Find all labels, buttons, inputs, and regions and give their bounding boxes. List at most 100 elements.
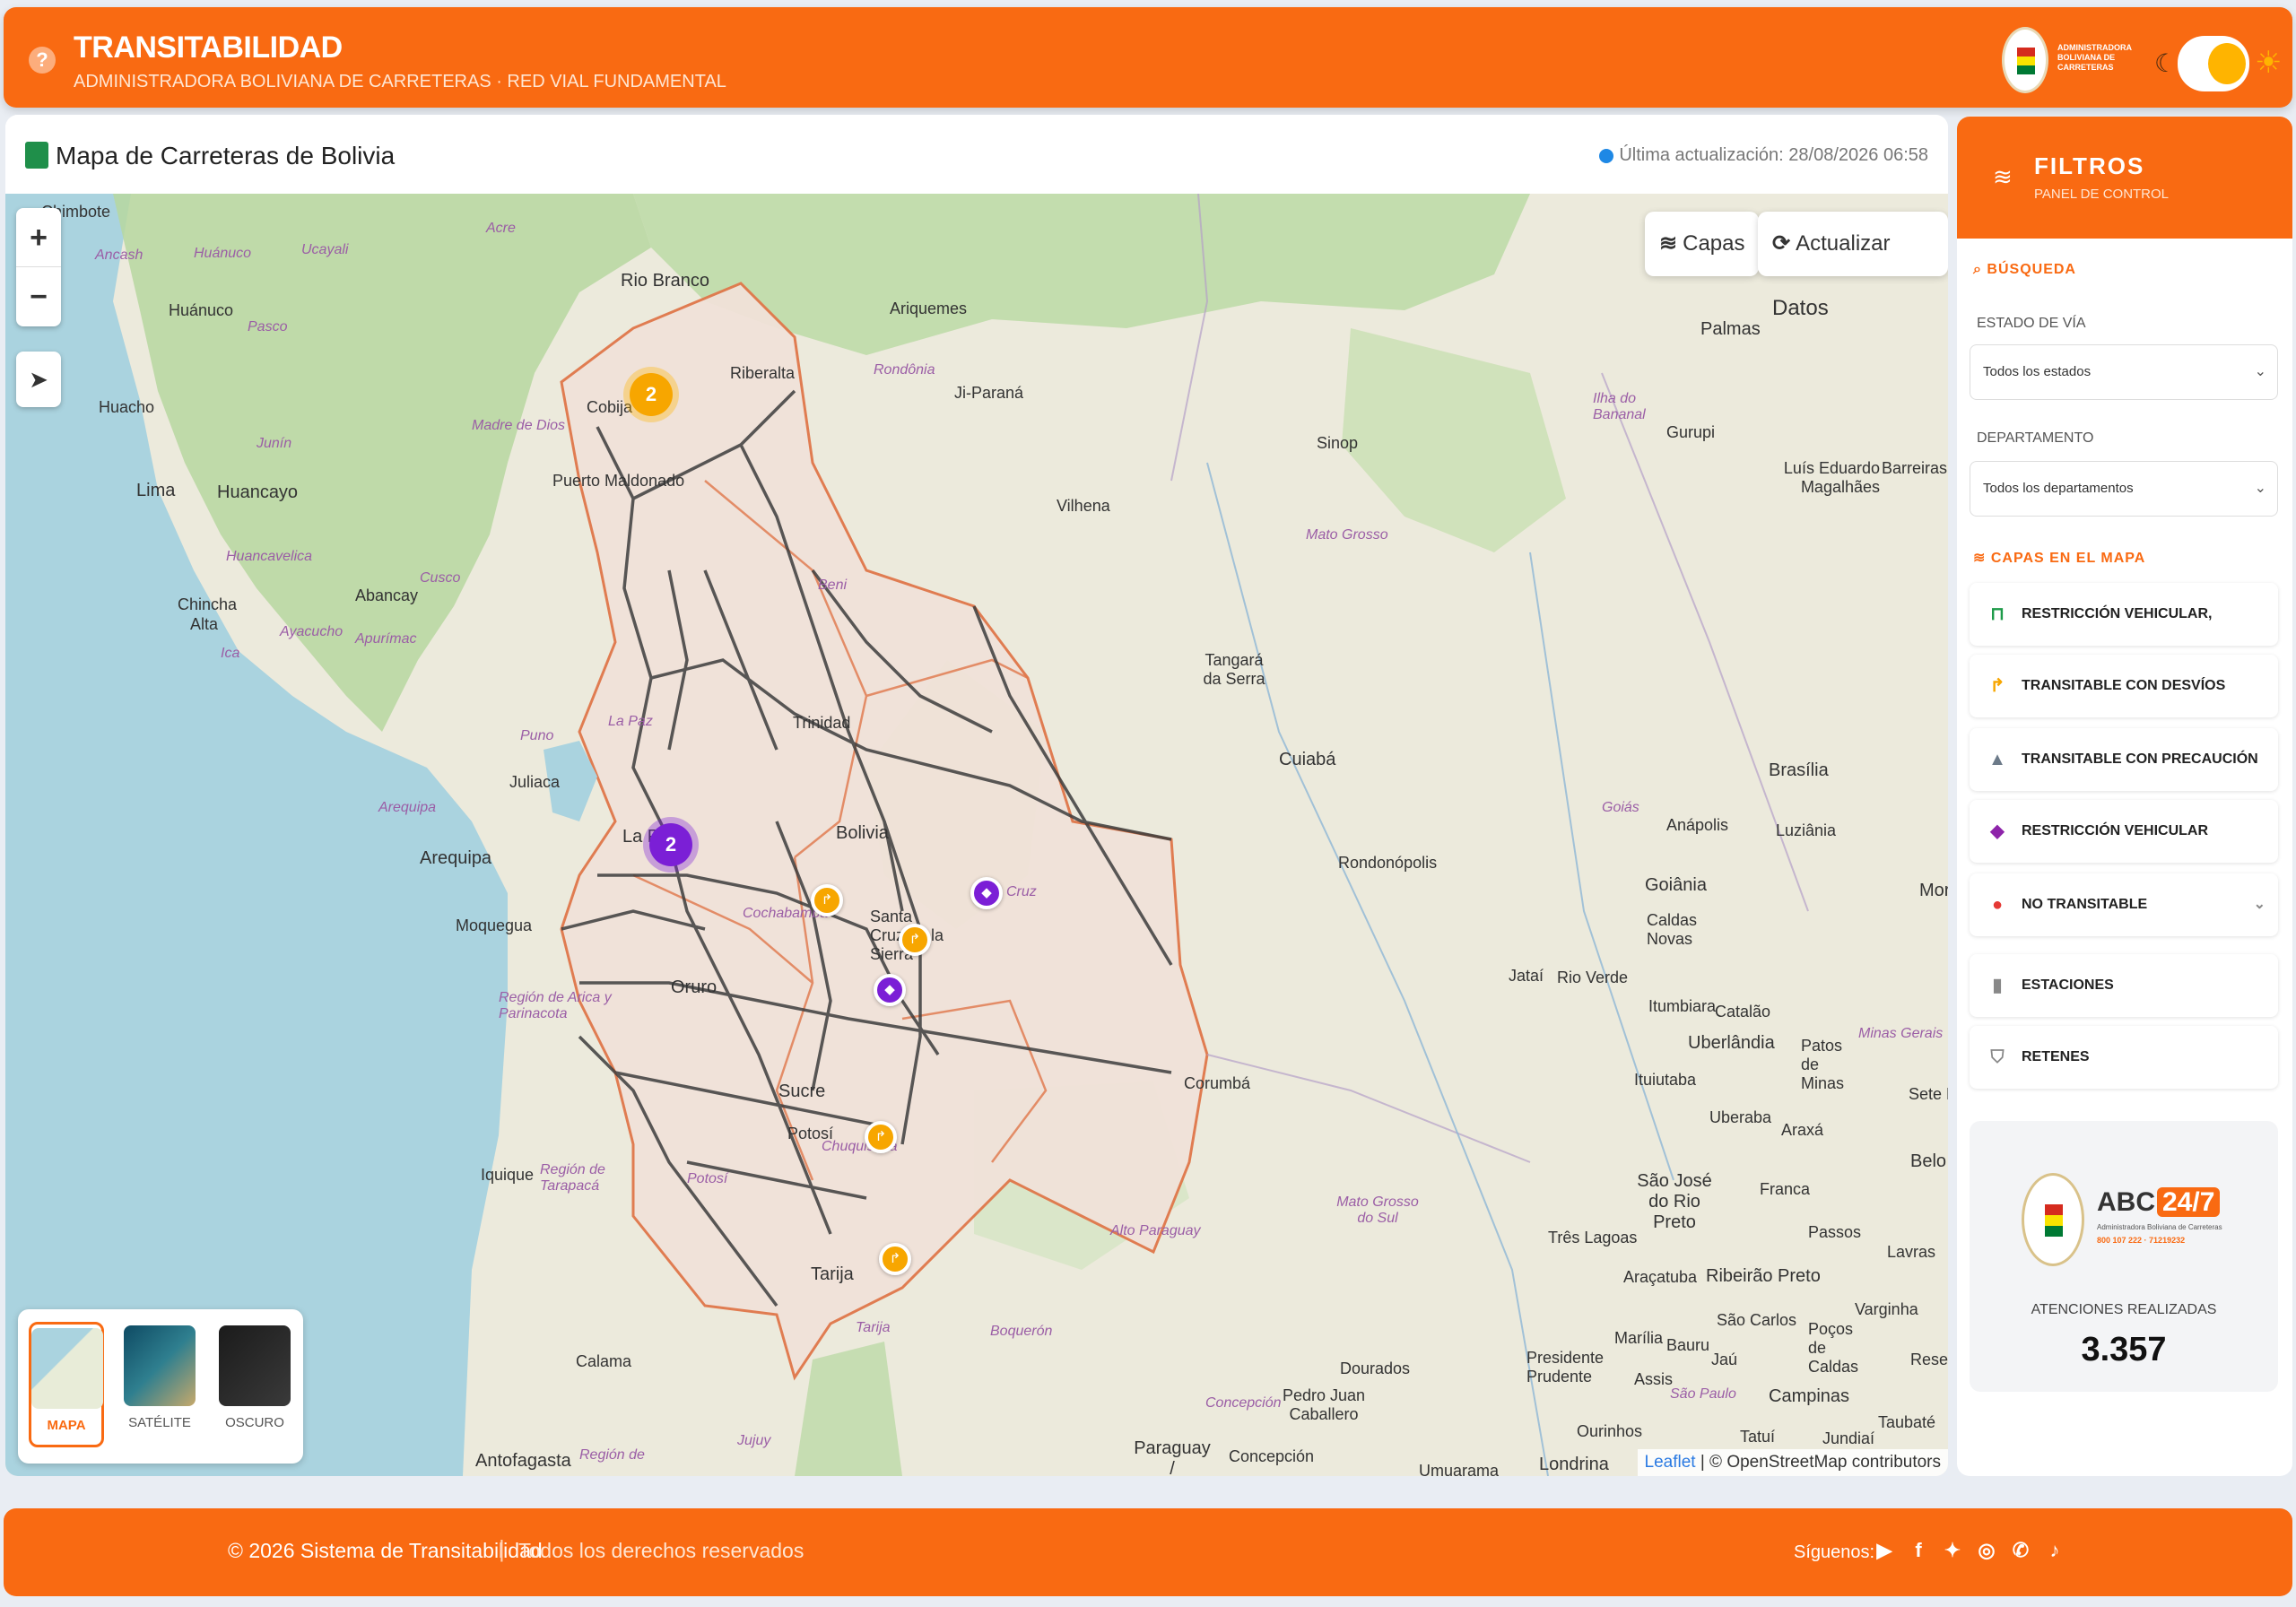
top-header: ? TRANSITABILIDAD ADMINISTRADORA BOLIVIA… — [4, 7, 2292, 108]
twitter-icon[interactable]: ✦ — [1941, 1539, 1964, 1564]
stop-icon: ● — [1991, 895, 2004, 915]
app-title: TRANSITABILIDAD — [74, 30, 343, 65]
zoom-out-button[interactable]: − — [16, 267, 61, 326]
detour-marker[interactable]: ↱ — [899, 924, 931, 956]
map-label: Anápolis — [1666, 816, 1729, 834]
basemap-dark[interactable]: OSCURO — [217, 1322, 292, 1447]
app-subtitle: ADMINISTRADORA BOLIVIANA DE CARRETERAS ·… — [74, 72, 726, 91]
follow-label: Síguenos: — [1794, 1542, 1875, 1562]
map-label: Jataí — [1509, 967, 1544, 985]
map-label: Marília — [1614, 1329, 1664, 1347]
detour-icon: ↱ — [1989, 676, 2005, 696]
chevron-down-icon: ⌄ — [2253, 897, 2266, 912]
shield-icon: ⛉ — [1990, 1047, 2005, 1067]
detour-marker[interactable]: ↱ — [879, 1243, 911, 1275]
map-label: Pasco — [248, 319, 288, 334]
map-label: Sucre — [778, 1081, 826, 1101]
instagram-icon[interactable]: ◎ — [1975, 1539, 1998, 1564]
map-label: Caldas Novas — [1647, 911, 1698, 948]
map-label: Presidente Prudente — [1526, 1349, 1605, 1385]
map-label: Luís Eduardo Magalhães — [1783, 459, 1880, 496]
map-label: Oruro — [671, 977, 718, 997]
layer-estaciones[interactable]: ▮ ESTACIONES — [1970, 954, 2278, 1017]
sun-icon: ☀ — [2255, 46, 2283, 80]
map-label: Riberalta — [730, 364, 796, 382]
layer-restriccion-especial[interactable]: ⊓RESTRICCIÓN VEHICULAR, ESPECIAL — [1970, 583, 2278, 684]
map-label: La Paz — [608, 714, 653, 729]
map-label: Cobija — [587, 398, 633, 416]
map-canvas[interactable]: Chimbote Ancash Huánuco Ucayali Acre Huá… — [5, 194, 1948, 1476]
car-marker[interactable]: ◆ — [970, 877, 1003, 909]
map-label: Bauru — [1666, 1336, 1710, 1354]
map-label: Región de Tarapacá — [540, 1162, 605, 1194]
moon-icon: ☾ — [2154, 49, 2178, 77]
abc-phones: 800 107 222 · 71219232 — [2097, 1236, 2186, 1245]
whatsapp-icon[interactable]: ✆ — [2009, 1539, 2032, 1564]
sidebar-subtitle: PANEL DE CONTROL — [2034, 187, 2170, 202]
map-label: Madre de Dios — [472, 418, 566, 433]
map-label: Ancash — [95, 248, 144, 263]
attentions-value: 3.357 — [2081, 1331, 2167, 1368]
filters-sidebar: ≋ FILTROS PANEL DE CONTROL ⌕ BÚSQUEDA ES… — [1957, 117, 2292, 1476]
map-label: Itumbiara — [1648, 997, 1717, 1015]
map-label: Barreiras — [1882, 459, 1948, 477]
map-label: Cruz — [1006, 884, 1037, 899]
leaflet-link[interactable]: Leaflet — [1645, 1453, 1696, 1472]
state-select[interactable]: Todos los estados ⌄ — [1970, 344, 2278, 400]
state-label: ESTADO DE VÍA — [1977, 316, 2086, 331]
map-label: Ourinhos — [1577, 1422, 1643, 1440]
map-label: Mato Grosso do Sul — [1336, 1194, 1419, 1226]
map-label: Ji-Paraná — [954, 384, 1024, 402]
youtube-icon[interactable]: ▶ — [1873, 1539, 1896, 1564]
department-label: DEPARTAMENTO — [1977, 430, 2094, 446]
map-label: Varginha — [1855, 1300, 1918, 1318]
layer-retenes[interactable]: ⛉ RETENES — [1970, 1026, 2278, 1089]
map-label: Trinidad — [793, 714, 851, 732]
layers-button[interactable]: ≋ Capas — [1645, 212, 1760, 276]
help-icon[interactable]: ? — [29, 47, 56, 74]
map-label: Ituiutaba — [1634, 1071, 1697, 1089]
map-label: Ucayali — [301, 242, 349, 257]
department-select[interactable]: Todos los departamentos ⌄ — [1970, 461, 2278, 517]
locate-button[interactable]: ➤ — [16, 352, 61, 407]
map-label: Uberaba — [1709, 1108, 1772, 1126]
abc-seal — [2022, 1173, 2084, 1266]
map-label: Sete L — [1909, 1085, 1948, 1103]
map-label: Araçatuba — [1623, 1268, 1698, 1286]
theme-toggle[interactable] — [2178, 36, 2249, 91]
map-label: Jujuy — [737, 1433, 771, 1448]
layer-desvios[interactable]: ↱ TRANSITABLE CON DESVÍOS — [1970, 655, 2278, 717]
layer-restriccion[interactable]: ◆ RESTRICCIÓN VEHICULAR — [1970, 800, 2278, 863]
layer-precaucion[interactable]: ▲ TRANSITABLE CON PRECAUCIÓN — [1970, 728, 2278, 791]
map-label: Huancayo — [217, 482, 299, 502]
map-label: Pedro Juan Caballero — [1282, 1386, 1366, 1423]
basemap-satellite[interactable]: SATÉLITE — [122, 1322, 197, 1447]
map-label: Patos de Minas — [1801, 1037, 1845, 1092]
refresh-button[interactable]: ⟳ Actualizar Datos — [1758, 212, 1948, 320]
map-label: Región de Arica y Parinacota — [499, 990, 612, 1021]
basemap-map[interactable]: MAPA — [29, 1322, 104, 1447]
detour-marker[interactable]: ↱ — [811, 884, 843, 916]
facebook-icon[interactable]: f — [1907, 1539, 1930, 1564]
map-label: Rondônia — [874, 362, 935, 378]
map-label: Potosí — [687, 1171, 728, 1186]
map-label: Ariquemes — [890, 300, 968, 317]
layer-no-transitable[interactable]: ● NO TRANSITABLE ⌄ — [1970, 873, 2278, 936]
map-label: Uberlândia — [1688, 1033, 1775, 1053]
zoom-in-button[interactable]: + — [16, 208, 61, 267]
car-marker[interactable]: ◆ — [874, 974, 906, 1006]
map-label: Apurímac — [355, 631, 417, 647]
sidebar-title: FILTROS — [2034, 152, 2145, 179]
detour-marker[interactable]: ↱ — [865, 1121, 897, 1153]
cluster-marker[interactable]: 2 — [649, 823, 692, 866]
tiktok-icon[interactable]: ♪ — [2043, 1539, 2066, 1564]
map-label: Alto Paraguay — [1110, 1223, 1201, 1238]
map-label: Chincha — [178, 595, 238, 613]
map-label: Tarija — [856, 1320, 891, 1335]
map-label: Huacho — [99, 398, 155, 416]
map-label: Campinas — [1769, 1386, 1850, 1406]
map-label: Cusco — [420, 570, 461, 586]
map-label: Arequipa — [420, 848, 492, 868]
map-label: Resen — [1910, 1351, 1948, 1368]
cluster-marker[interactable]: 2 — [630, 373, 673, 416]
